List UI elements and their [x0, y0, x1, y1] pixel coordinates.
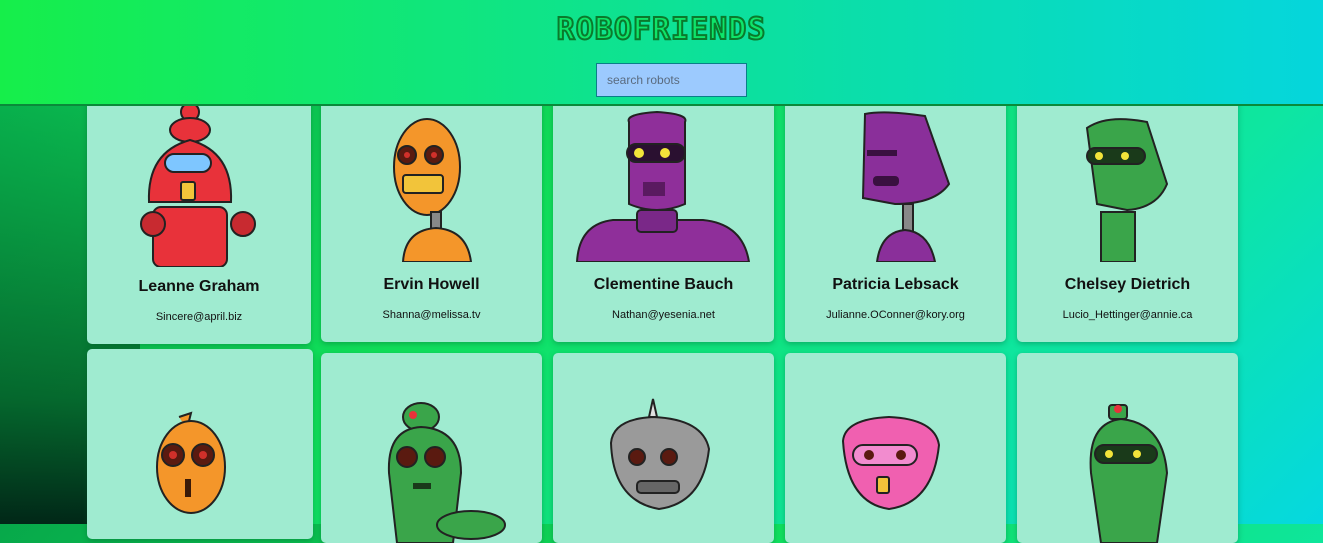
- green-robot-avatar: [1089, 404, 1169, 543]
- robot-name: Clementine Bauch: [593, 276, 734, 293]
- robot-email: Sincere@april.biz: [155, 311, 243, 323]
- robot-card[interactable]: Chelsey Dietrich Lucio_Hettinger@annie.c…: [1017, 92, 1238, 342]
- purple-robot-avatar: [861, 111, 951, 262]
- robot-card[interactable]: [1017, 353, 1238, 543]
- search-input[interactable]: [596, 63, 747, 97]
- robot-card[interactable]: Patricia Lebsack Julianne.OConner@kory.o…: [785, 92, 1006, 342]
- robot-card[interactable]: [321, 353, 542, 543]
- purple-robot-avatar: [575, 110, 751, 262]
- pink-robot-avatar: [841, 415, 941, 511]
- robot-email: Julianne.OConner@kory.org: [826, 309, 965, 321]
- red-robot-avatar: [140, 102, 256, 267]
- robot-email: Shanna@melissa.tv: [382, 309, 481, 321]
- app-title: ROBOFRIENDS: [556, 11, 767, 48]
- robot-card[interactable]: [87, 349, 313, 539]
- robot-email: Nathan@yesenia.net: [612, 309, 715, 321]
- robot-card[interactable]: [553, 353, 774, 543]
- gray-robot-avatar: [609, 398, 711, 511]
- app-header: ROBOFRIENDS: [0, 0, 1323, 106]
- green-robot-avatar: [387, 402, 506, 543]
- robot-name: Ervin Howell: [383, 276, 480, 293]
- robot-card[interactable]: Leanne Graham Sincere@april.biz: [87, 92, 311, 344]
- robot-name: Chelsey Dietrich: [1064, 276, 1191, 293]
- robot-card[interactable]: Ervin Howell Shanna@melissa.tv: [321, 92, 542, 342]
- orange-robot-avatar: [156, 411, 226, 514]
- robot-name: Leanne Graham: [138, 278, 260, 295]
- robot-card[interactable]: [785, 353, 1006, 543]
- robot-card[interactable]: Clementine Bauch Nathan@yesenia.net: [553, 92, 774, 342]
- robot-name: Patricia Lebsack: [832, 276, 959, 293]
- orange-robot-avatar: [393, 118, 473, 262]
- green-robot-avatar: [1085, 118, 1169, 262]
- robot-email: Lucio_Hettinger@annie.ca: [1062, 309, 1193, 321]
